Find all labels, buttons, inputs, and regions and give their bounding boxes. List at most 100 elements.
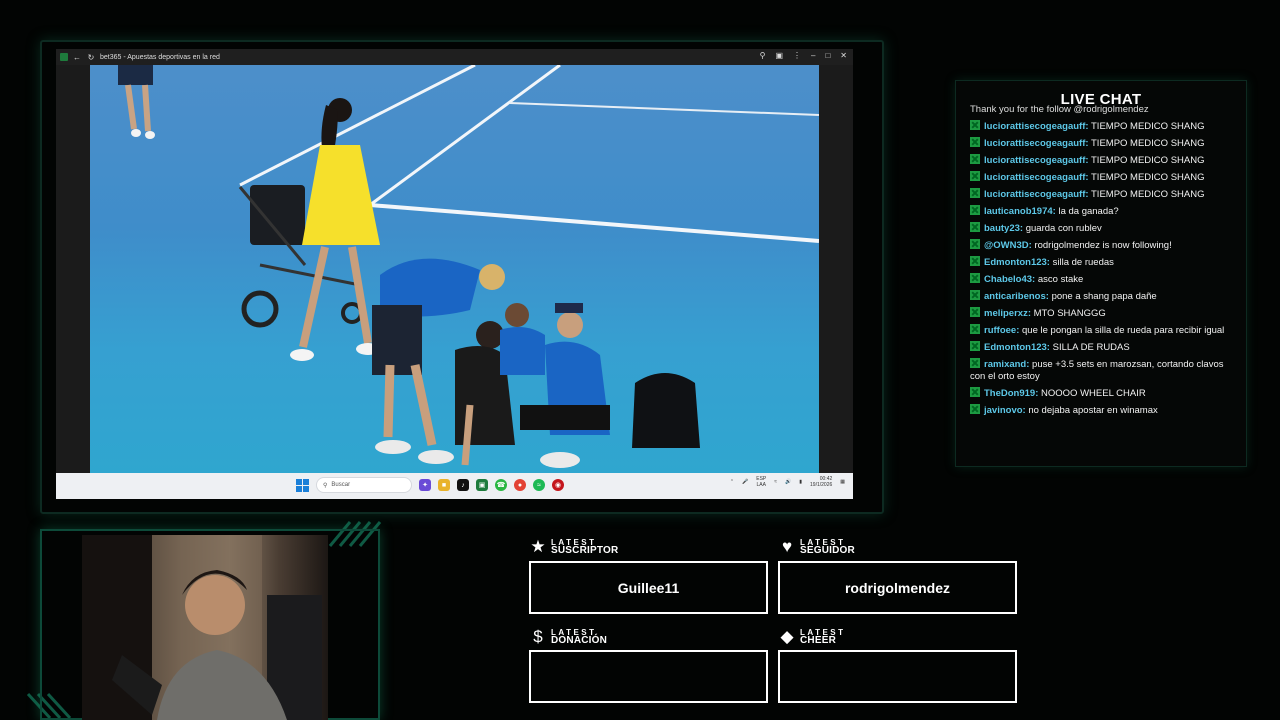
- chat-username[interactable]: meliperxz:: [984, 308, 1031, 319]
- chat-message-text: pone a shang papa dañe: [1051, 291, 1157, 302]
- kick-badge-icon: [970, 256, 980, 266]
- kick-badge-icon: [970, 341, 980, 351]
- chat-message: Edmonton123: silla de ruedas: [970, 256, 1230, 269]
- kick-badge-icon: [970, 273, 980, 283]
- close-icon[interactable]: ✕: [840, 51, 847, 60]
- follower-label-bottom: SEGUIDOR: [800, 545, 855, 556]
- live-chat-panel: LIVE CHAT Thank you for the follow @rodr…: [955, 80, 1247, 467]
- bet365-favicon-icon: [60, 53, 68, 61]
- browser-window: ← ↻ bet365 - Apuestas deportivas en la r…: [56, 49, 853, 499]
- webcam-feed: [82, 535, 328, 720]
- volume-icon[interactable]: 🔊: [785, 479, 791, 485]
- chat-username[interactable]: javinovo:: [984, 405, 1026, 416]
- chat-message-text: la da ganada?: [1058, 206, 1119, 217]
- chat-message-text: SILLA DE RUDAS: [1052, 342, 1130, 353]
- latest-follower-box: rodrigolmendez: [778, 561, 1017, 614]
- diamond-icon: ◆: [780, 627, 794, 646]
- chat-message-text: TIEMPO MEDICO SHANG: [1091, 189, 1205, 200]
- copilot-icon[interactable]: ✦: [419, 479, 431, 491]
- reload-icon[interactable]: ↻: [86, 52, 96, 62]
- kick-badge-icon: [970, 239, 980, 249]
- battery-icon[interactable]: ▮: [799, 479, 802, 485]
- chat-username[interactable]: luciorattisecogeagauff:: [984, 121, 1089, 132]
- kick-badge-icon: [970, 137, 980, 147]
- file-explorer-icon[interactable]: ■: [438, 479, 450, 491]
- search-icon[interactable]: ⚲: [760, 51, 766, 60]
- latest-cheer-header: ◆ LATEST CHEER: [778, 628, 846, 646]
- chat-username[interactable]: bauty23:: [984, 223, 1023, 234]
- browser-title: bet365 - Apuestas deportivas en la red: [100, 53, 220, 61]
- more-icon[interactable]: ⋮: [793, 51, 801, 60]
- chat-username[interactable]: luciorattisecogeagauff:: [984, 172, 1089, 183]
- kick-badge-icon: [970, 358, 980, 368]
- kick-badge-icon: [970, 387, 980, 397]
- latest-follower-header: ♥ LATEST SEGUIDOR: [778, 538, 855, 556]
- extensions-icon[interactable]: ▣: [775, 51, 783, 60]
- chat-message-text: NOOOO WHEEL CHAIR: [1041, 388, 1146, 399]
- chat-username[interactable]: luciorattisecogeagauff:: [984, 189, 1089, 200]
- star-icon: ★: [530, 537, 546, 556]
- notification-bell-icon[interactable]: ▦: [840, 479, 845, 485]
- bet365-app-icon[interactable]: ▣: [476, 479, 488, 491]
- chat-message: @OWN3D: rodrigolmendez is now following!: [970, 239, 1230, 252]
- windows-start-icon[interactable]: [296, 478, 309, 492]
- dollar-icon: $: [533, 627, 543, 646]
- chat-message-text: MTO SHANGGG: [1033, 308, 1106, 319]
- obs-icon[interactable]: ◉: [552, 479, 564, 491]
- chat-message: luciorattisecogeagauff: TIEMPO MEDICO SH…: [970, 188, 1230, 201]
- chat-message: TheDon919: NOOOO WHEEL CHAIR: [970, 387, 1230, 400]
- chat-message: anticaribenos: pone a shang papa dañe: [970, 290, 1230, 303]
- chevron-up-icon[interactable]: ⌃: [730, 479, 734, 485]
- chat-message: meliperxz: MTO SHANGGG: [970, 307, 1230, 320]
- chat-message: ruffoee: que le pongan la silla de rueda…: [970, 324, 1230, 337]
- browser-titlebar: ← ↻ bet365 - Apuestas deportivas en la r…: [56, 49, 853, 65]
- spotify-icon[interactable]: ≈: [533, 479, 545, 491]
- microphone-icon[interactable]: 🎤: [742, 479, 748, 485]
- back-arrow-icon[interactable]: ←: [72, 52, 82, 62]
- chat-username[interactable]: @OWN3D:: [984, 240, 1032, 251]
- chat-message-text: TIEMPO MEDICO SHANG: [1091, 121, 1205, 132]
- latest-subscriber-name: Guillee11: [617, 579, 680, 596]
- chat-username[interactable]: lauticanob1974:: [984, 206, 1056, 217]
- system-clock[interactable]: 00:42 19/1/2026: [810, 476, 832, 488]
- language-bottom: LAA: [756, 482, 766, 488]
- chat-message: Chabelo43: asco stake: [970, 273, 1230, 286]
- kick-badge-icon: [970, 205, 980, 215]
- chat-username[interactable]: anticaribenos:: [984, 291, 1049, 302]
- minimize-icon[interactable]: –: [811, 51, 815, 60]
- chat-message-text: que le pongan la silla de rueda para rec…: [1022, 325, 1225, 336]
- maximize-icon[interactable]: □: [825, 51, 830, 60]
- chat-username[interactable]: luciorattisecogeagauff:: [984, 138, 1089, 149]
- chat-username[interactable]: TheDon919:: [984, 388, 1038, 399]
- chat-username[interactable]: Edmonton123:: [984, 257, 1050, 268]
- kick-badge-icon: [970, 290, 980, 300]
- chat-message: bauty23: guarda con rublev: [970, 222, 1230, 235]
- kick-badge-icon: [970, 120, 980, 130]
- chat-message: luciorattisecogeagauff: TIEMPO MEDICO SH…: [970, 120, 1230, 133]
- whatsapp-icon[interactable]: ☎: [495, 479, 507, 491]
- latest-donation-box: [529, 650, 768, 703]
- language-indicator[interactable]: ESP LAA: [756, 476, 766, 488]
- latest-cheer-box: [778, 650, 1017, 703]
- chat-username[interactable]: ramixand:: [984, 359, 1029, 370]
- chat-username[interactable]: luciorattisecogeagauff:: [984, 155, 1089, 166]
- chat-username[interactable]: ruffoee:: [984, 325, 1019, 336]
- kick-badge-icon: [970, 404, 980, 414]
- clock-date: 19/1/2026: [810, 482, 833, 488]
- search-icon: ⚲: [323, 482, 328, 489]
- cheer-label-bottom: CHEER: [800, 635, 837, 646]
- latest-subscriber-box: Guillee11: [529, 561, 768, 614]
- taskbar-search-input[interactable]: ⚲ Buscar: [316, 477, 412, 493]
- chat-message: javinovo: no dejaba apostar en winamax: [970, 404, 1230, 417]
- streamer-webcam-image: [82, 535, 322, 720]
- subscriber-label-bottom: SUSCRIPTOR: [551, 545, 619, 556]
- chrome-icon[interactable]: ●: [514, 479, 526, 491]
- wifi-icon[interactable]: ≈: [774, 479, 777, 485]
- kick-badge-icon: [970, 307, 980, 317]
- chat-username[interactable]: Edmonton123:: [984, 342, 1050, 353]
- tiktok-icon[interactable]: ♪: [457, 479, 469, 491]
- chat-message-list[interactable]: Thank you for the follow @rodrigolmendez…: [970, 104, 1230, 421]
- chat-username[interactable]: Chabelo43:: [984, 274, 1035, 285]
- chat-message: luciorattisecogeagauff: TIEMPO MEDICO SH…: [970, 171, 1230, 184]
- video-stream: [90, 65, 819, 473]
